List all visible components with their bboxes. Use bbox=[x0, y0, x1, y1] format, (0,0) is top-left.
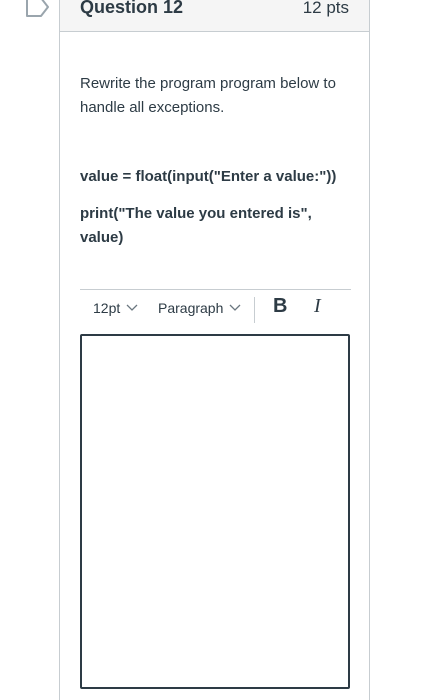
question-prompt: Rewrite the program program below to han… bbox=[80, 75, 336, 116]
block-format-value: Paragraph bbox=[158, 300, 224, 316]
question-points: 12 pts bbox=[302, 0, 349, 17]
font-size-dropdown[interactable]: 12pt bbox=[93, 300, 138, 316]
flag-question-icon[interactable] bbox=[24, 0, 50, 18]
code-line-2: print("The value you entered is", value) bbox=[80, 205, 312, 246]
answer-editor[interactable] bbox=[80, 334, 350, 689]
toolbar-divider bbox=[254, 297, 255, 323]
question-header: Question 12 12 pts bbox=[60, 0, 369, 32]
italic-button[interactable]: I bbox=[314, 295, 321, 318]
font-size-value: 12pt bbox=[93, 300, 121, 316]
chevron-down-icon bbox=[229, 304, 241, 311]
editor-toolbar: 12pt Paragraph B I bbox=[80, 289, 351, 330]
code-line-1: value = float(input("Enter a value:")) bbox=[80, 168, 337, 185]
question-body: Rewrite the program program below to han… bbox=[80, 72, 350, 250]
quiz-page: Question 12 12 pts Rewrite the program p… bbox=[0, 0, 430, 700]
question-card: Question 12 12 pts Rewrite the program p… bbox=[59, 0, 370, 700]
chevron-down-icon bbox=[126, 304, 138, 311]
bold-button[interactable]: B bbox=[273, 295, 287, 318]
block-format-dropdown[interactable]: Paragraph bbox=[158, 300, 241, 316]
question-title: Question 12 bbox=[80, 0, 184, 17]
